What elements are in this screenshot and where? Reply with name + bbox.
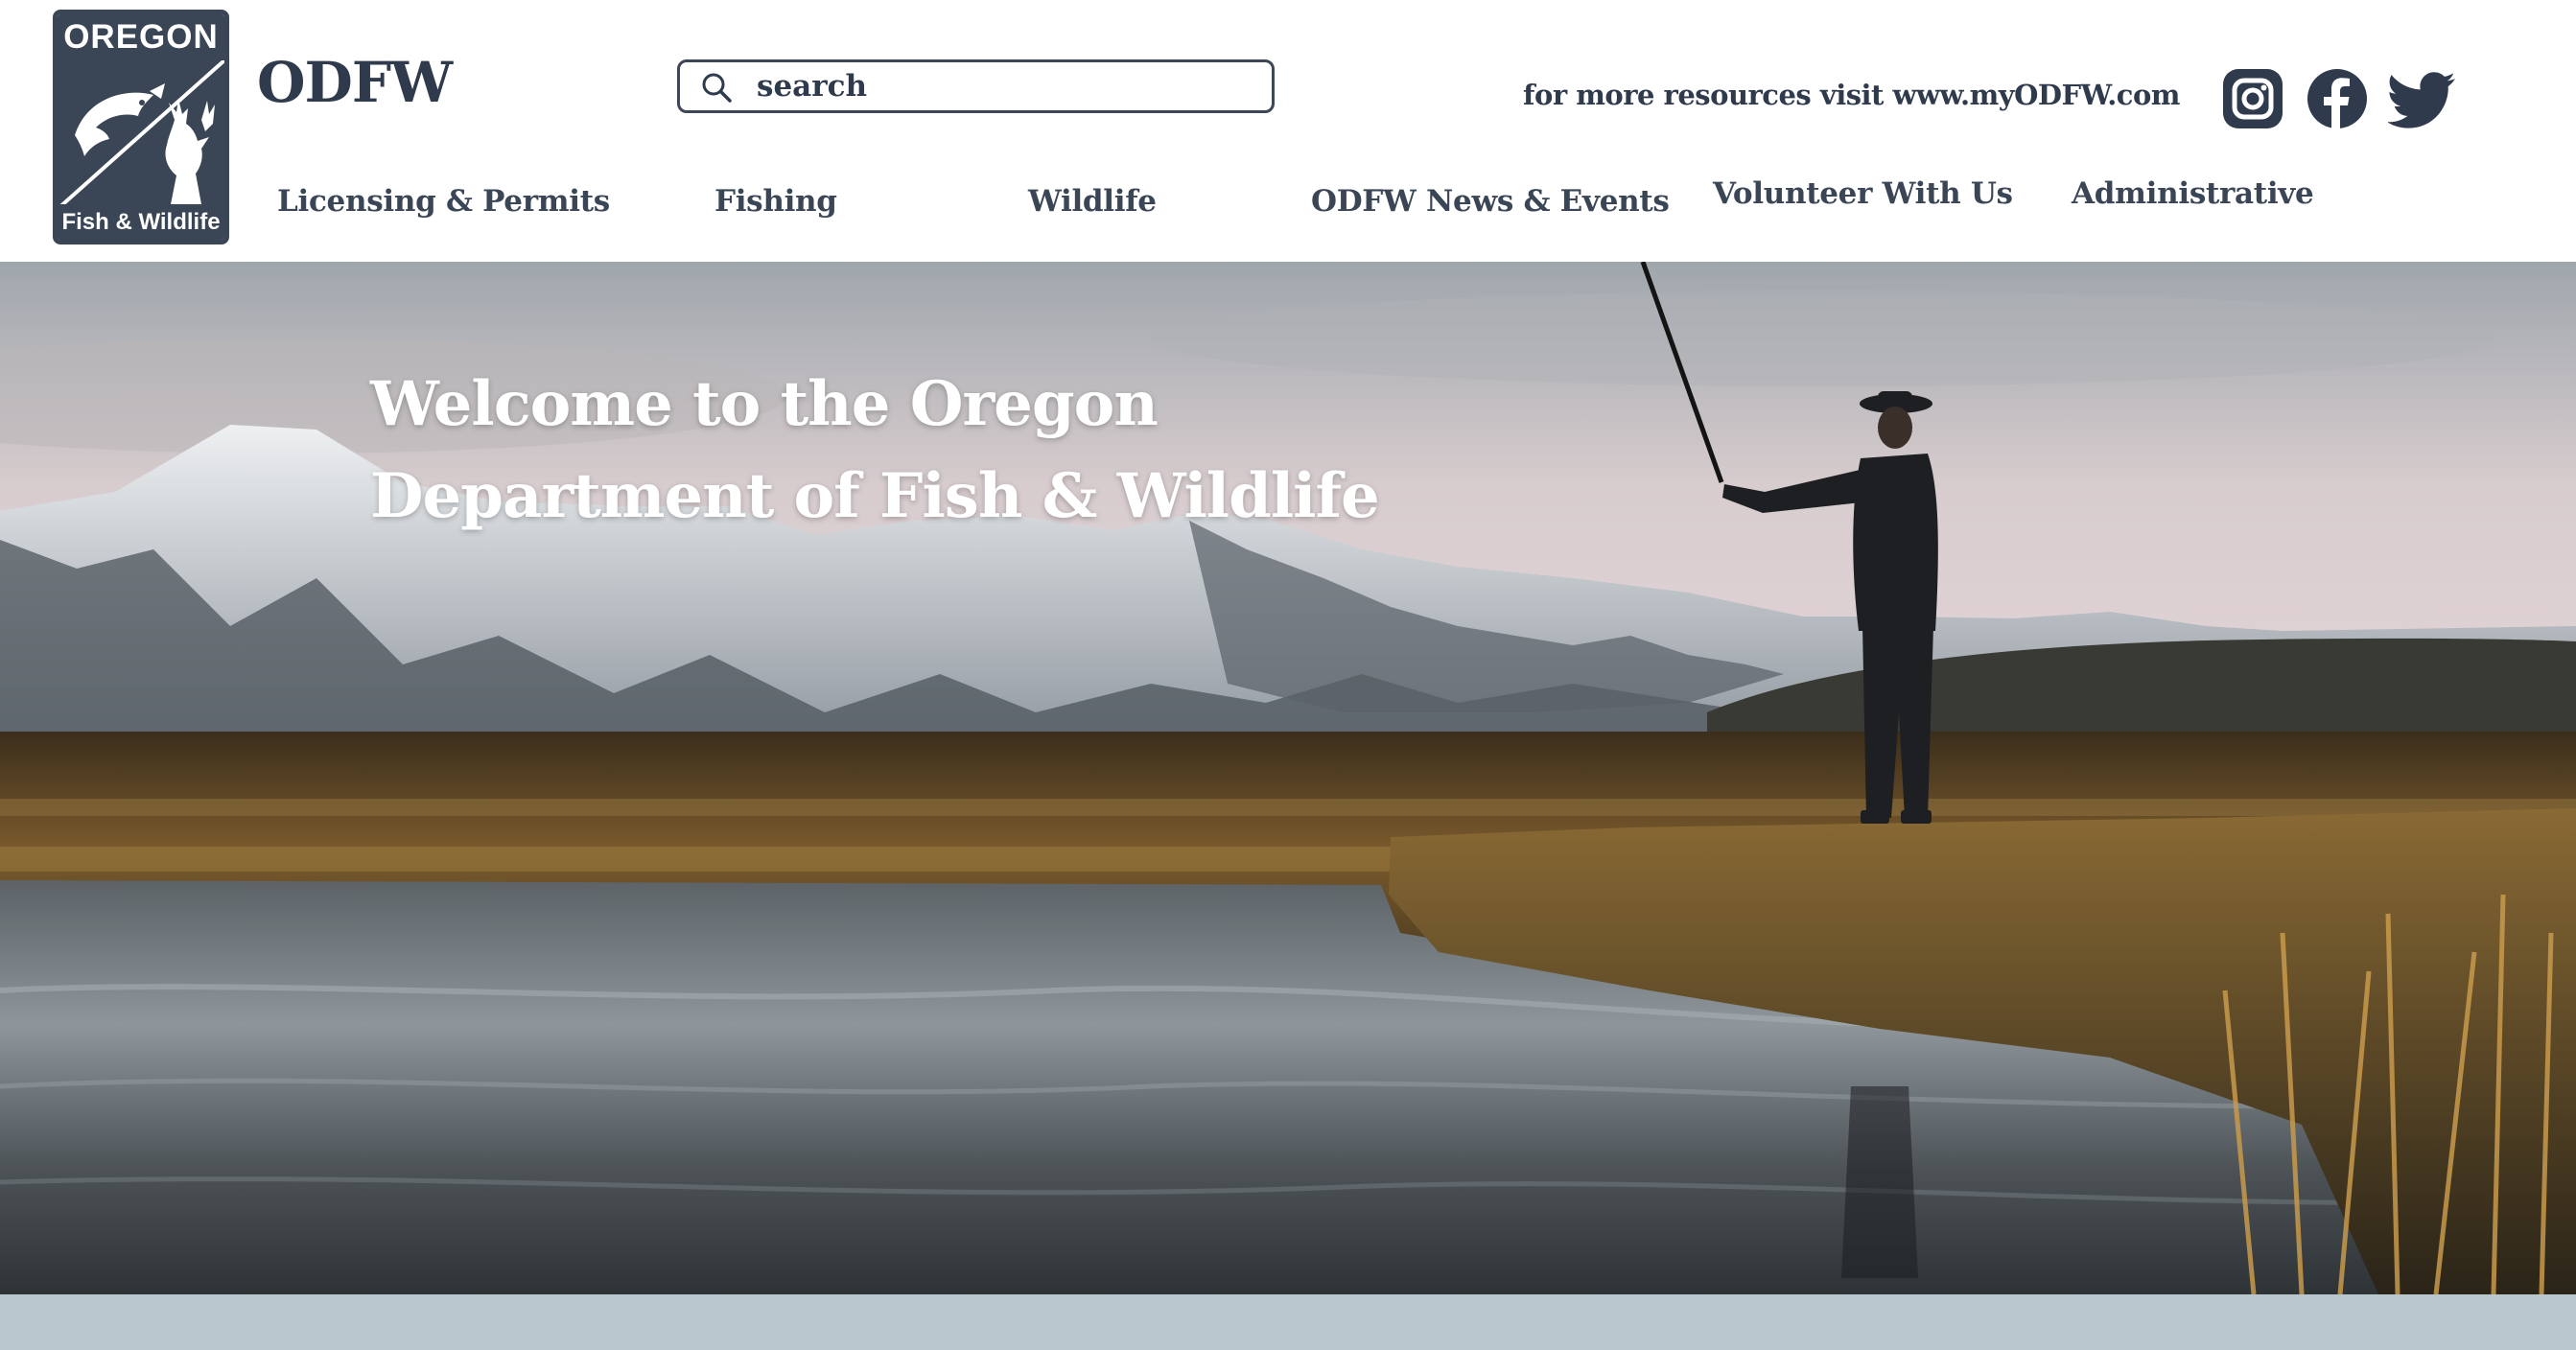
hero-banner: Welcome to the Oregon Department of Fish… — [0, 262, 2576, 1294]
hero-title: Welcome to the Oregon Department of Fish… — [370, 367, 1380, 532]
nav-licensing-permits[interactable]: Licensing & Permits — [277, 184, 610, 219]
logo-top-text: OREGON — [58, 14, 224, 60]
nav-volunteer[interactable]: Volunteer With Us — [1713, 176, 2013, 211]
nav-wildlife[interactable]: Wildlife — [1028, 184, 1157, 219]
resources-link[interactable]: for more resources visit www.myODFW.com — [1523, 79, 2180, 111]
page: OREGON Fish & Wildlife ODFW search for m… — [0, 0, 2576, 1350]
footer-band — [0, 1294, 2576, 1350]
search-icon[interactable] — [700, 71, 733, 104]
site-header: OREGON Fish & Wildlife ODFW search for m… — [0, 0, 2576, 262]
search-box[interactable] — [677, 59, 1275, 113]
logo-fish-deer-icon — [58, 60, 224, 209]
nav-news-events[interactable]: ODFW News & Events — [1311, 184, 1670, 219]
odfw-logo[interactable]: OREGON Fish & Wildlife — [53, 10, 229, 244]
twitter-icon[interactable] — [2388, 67, 2457, 130]
instagram-icon[interactable] — [2221, 67, 2284, 130]
nav-fishing[interactable]: Fishing — [714, 184, 837, 219]
facebook-icon[interactable] — [2306, 67, 2369, 130]
search-input[interactable] — [757, 68, 1236, 105]
nav-administrative[interactable]: Administrative — [2072, 176, 2314, 211]
logo-bottom-text: Fish & Wildlife — [58, 204, 224, 240]
site-name[interactable]: ODFW — [257, 50, 453, 115]
